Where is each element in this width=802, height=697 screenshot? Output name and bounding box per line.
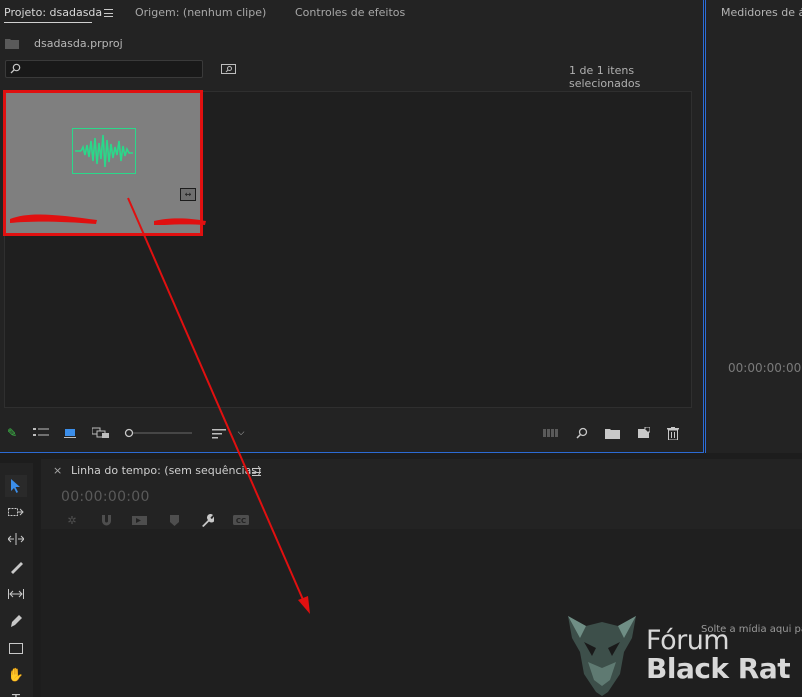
timeline-timecode[interactable]: 00:00:00:00 xyxy=(61,489,150,505)
bin-folder-icon xyxy=(5,38,19,49)
project-panel-menu-icon[interactable] xyxy=(104,9,113,17)
audio-meters-panel: Medidores de áu 00:00:00:00 xyxy=(705,0,802,453)
project-panel: Projeto: dsadasda Origem: (nenhum clipe)… xyxy=(0,0,704,453)
rectangle-tool-icon[interactable] xyxy=(5,637,27,659)
tab-source[interactable]: Origem: (nenhum clipe) xyxy=(135,6,266,19)
sort-icons-icon[interactable] xyxy=(210,424,228,442)
add-marker-icon[interactable] xyxy=(166,512,182,528)
selection-tool-icon[interactable] xyxy=(5,475,27,497)
project-file-name: dsadasda.prproj xyxy=(34,37,123,50)
snap-magnet-icon[interactable] xyxy=(98,512,114,528)
redaction-marks xyxy=(10,214,206,225)
icon-view-icon[interactable] xyxy=(62,424,80,442)
timeline-title[interactable]: Linha do tempo: (sem sequências) xyxy=(71,464,261,477)
tools-panel: ✋ T xyxy=(0,463,33,697)
pen-tool-icon[interactable] xyxy=(5,610,27,632)
project-bottom-toolbar: ✎ ⌵ xyxy=(0,424,704,446)
write-protect-pencil-icon[interactable]: ✎ xyxy=(3,424,21,442)
find-icon[interactable] xyxy=(221,63,236,75)
ripple-edit-tool-icon[interactable] xyxy=(5,528,27,550)
active-tab-indicator xyxy=(4,22,92,23)
automate-to-sequence-icon[interactable] xyxy=(542,424,560,442)
black-rat-logo-icon xyxy=(568,616,636,696)
insert-nest-icon[interactable]: ✲ xyxy=(64,512,80,528)
audio-clip-badge-icon: ↔ xyxy=(180,188,196,201)
slip-tool-icon[interactable] xyxy=(5,583,27,605)
chevron-down-icon[interactable]: ⌵ xyxy=(232,424,250,442)
search-input[interactable] xyxy=(5,60,203,78)
new-bin-folder-icon[interactable] xyxy=(603,424,621,442)
track-select-tool-icon[interactable] xyxy=(5,501,27,523)
close-icon[interactable]: × xyxy=(53,464,62,477)
trash-icon[interactable] xyxy=(664,424,682,442)
tab-audio-meters[interactable]: Medidores de áu xyxy=(721,6,802,19)
new-item-icon[interactable] xyxy=(634,424,652,442)
razor-tool-icon[interactable] xyxy=(5,556,27,578)
wrench-settings-icon[interactable] xyxy=(199,512,215,528)
watermark-blackrat-text: Black Rat xyxy=(646,652,791,685)
meters-timecode: 00:00:00:00 xyxy=(728,361,802,375)
audio-waveform-icon xyxy=(72,128,136,174)
tab-effect-controls[interactable]: Controles de efeitos xyxy=(295,6,405,19)
linked-selection-icon[interactable] xyxy=(131,512,147,528)
captions-cc-icon[interactable]: CC xyxy=(233,512,249,528)
selection-status: 1 de 1 itens selecionados xyxy=(569,64,641,90)
freeform-view-icon[interactable] xyxy=(92,424,110,442)
timeline-menu-icon[interactable] xyxy=(252,468,261,476)
search-icon xyxy=(10,63,21,77)
tab-project[interactable]: Projeto: dsadasda xyxy=(4,6,102,19)
find-search-icon[interactable] xyxy=(573,424,591,442)
svg-text:CC: CC xyxy=(236,517,246,525)
list-view-icon[interactable] xyxy=(32,424,50,442)
type-tool-icon[interactable]: T xyxy=(5,689,27,697)
project-tabbar: Projeto: dsadasda Origem: (nenhum clipe)… xyxy=(0,0,704,27)
hand-tool-icon[interactable]: ✋ xyxy=(5,664,27,686)
zoom-slider[interactable] xyxy=(124,428,194,438)
